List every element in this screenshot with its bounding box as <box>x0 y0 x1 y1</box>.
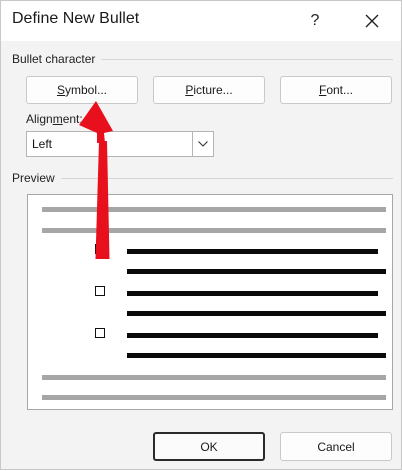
close-icon <box>365 14 379 28</box>
symbol-button-mnemonic: S <box>56 83 65 97</box>
preview-text-line <box>127 291 378 296</box>
alignment-select[interactable]: Left <box>26 131 214 157</box>
preview-pane <box>27 194 393 410</box>
alignment-label: Alignment: <box>26 112 83 126</box>
symbol-button-label-post: ymbol... <box>65 83 108 97</box>
picture-button-label-post: icture... <box>193 83 233 97</box>
chevron-down-icon <box>198 141 208 147</box>
preview-text-line <box>127 269 386 274</box>
help-button[interactable]: ? <box>301 7 329 35</box>
bullet-character-label: Bullet character <box>12 52 102 66</box>
picture-button[interactable]: Picture... <box>153 76 265 104</box>
alignment-dropdown-button[interactable] <box>192 132 213 156</box>
empty-square-bullet-icon <box>95 328 105 338</box>
alignment-label-mnemonic: m <box>52 112 63 126</box>
preview-text-line <box>127 333 378 338</box>
font-button-label-post: ont... <box>326 83 354 97</box>
alignment-label-pre: Align <box>26 112 53 126</box>
preview-gray-line <box>42 228 386 233</box>
preview-gray-line <box>42 395 386 400</box>
preview-text-line <box>127 311 386 316</box>
dialog-title: Define New Bullet <box>12 10 140 27</box>
define-new-bullet-dialog: Define New Bullet ? Bullet character Sym… <box>0 0 402 470</box>
preview-label: Preview <box>12 171 61 185</box>
ok-button[interactable]: OK <box>153 432 265 461</box>
preview-gray-line <box>42 207 386 212</box>
title-bar: Define New Bullet ? <box>1 1 401 41</box>
preview-divider <box>13 178 393 179</box>
font-button[interactable]: Font... <box>280 76 392 104</box>
empty-square-bullet-icon <box>95 286 105 296</box>
preview-gray-line <box>42 375 386 380</box>
cancel-button[interactable]: Cancel <box>280 432 392 461</box>
symbol-button[interactable]: Symbol... <box>26 76 138 104</box>
alignment-label-post: ent: <box>62 112 83 126</box>
empty-square-bullet-icon <box>95 244 105 254</box>
preview-text-line <box>127 353 386 358</box>
preview-text-line <box>127 249 378 254</box>
alignment-select-value: Left <box>32 137 53 151</box>
close-button[interactable] <box>355 7 389 35</box>
